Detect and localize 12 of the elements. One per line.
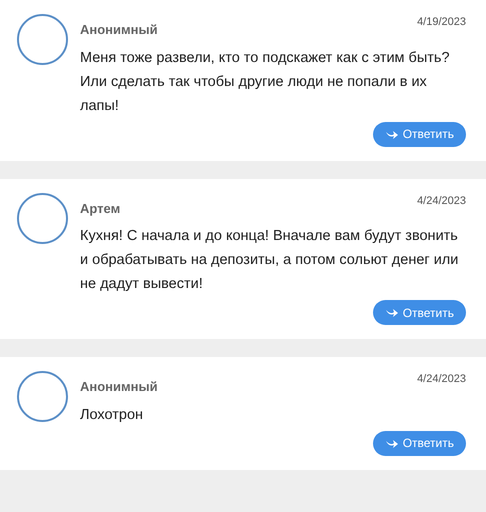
- reply-button[interactable]: Ответить: [372, 300, 466, 325]
- author-name: Анонимный: [80, 378, 158, 396]
- reply-button[interactable]: Ответить: [372, 430, 466, 456]
- reply-button[interactable]: Ответить: [372, 122, 466, 146]
- comment-text: Лохотрон: [80, 406, 144, 424]
- comment-date: 4/24/2023: [417, 194, 466, 208]
- author-name: Анонимный: [80, 21, 158, 39]
- comment-date: 4/24/2023: [417, 372, 466, 387]
- comment-text: Кухня! С начала и до конца! Вначале вам будут звонить и обрабатывать на депозиты, а потом сольют денег или не дадут вывести!: [80, 227, 460, 294]
- comment-text: Меня тоже развели, кто то подскажет как с этим быть? Или сделать так чтобы другие люди не попали в их лапы!: [80, 48, 451, 116]
- comment-date: 4/19/2023: [417, 15, 466, 30]
- author-name: Артем: [80, 200, 120, 218]
